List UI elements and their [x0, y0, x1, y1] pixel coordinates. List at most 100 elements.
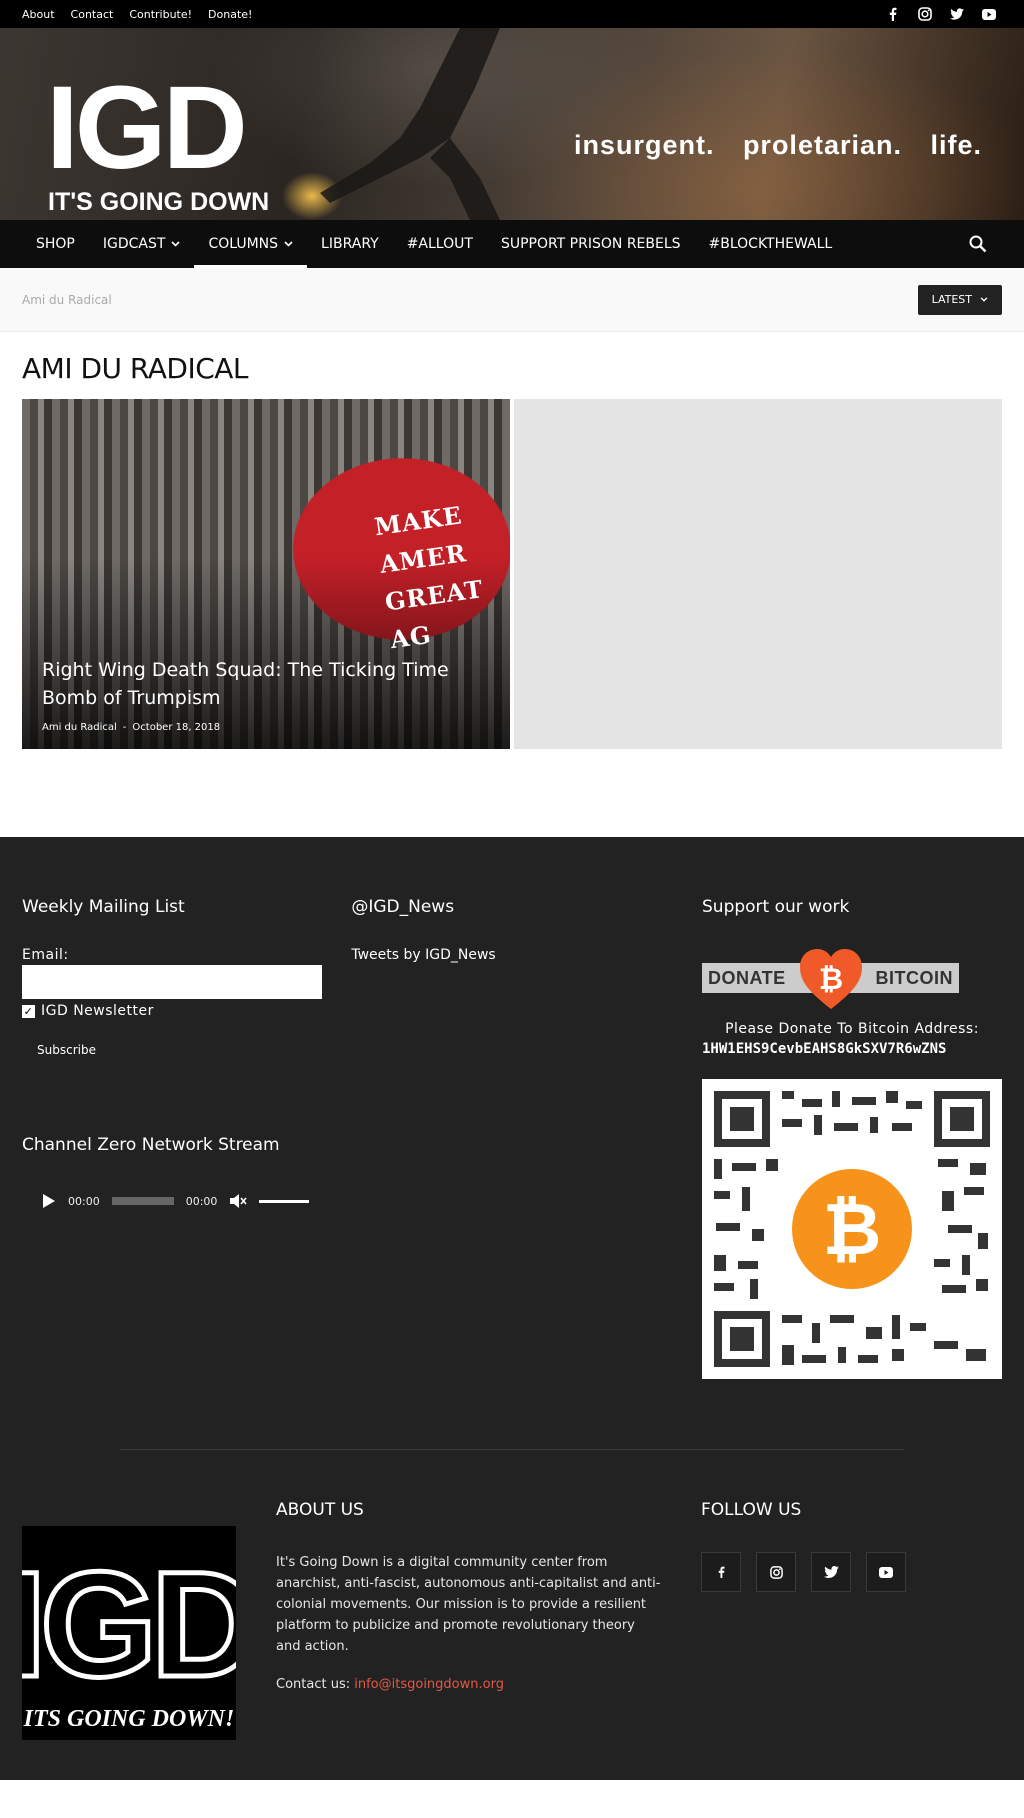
about-text: It's Going Down is a digital community c… — [276, 1555, 661, 1654]
newsletter-checkbox[interactable]: ✓ — [22, 1004, 35, 1018]
donate-left-text: DONATE — [708, 967, 786, 988]
support-title: Support our work — [702, 897, 850, 917]
bitcoin-heart-icon: ₿ — [800, 949, 862, 1009]
breadcrumb-bar: Ami du Radical LATEST — [0, 268, 1024, 332]
igd-logo-subtitle: IT'S GOING DOWN — [48, 188, 270, 216]
nav-item-blockthewall[interactable]: #BLOCKTHEWALL — [695, 220, 847, 268]
instagram-icon[interactable] — [918, 7, 932, 21]
contact-line: Contact us: info@itsgoingdown.org — [276, 1677, 661, 1692]
featured-grid: MAKE AMER GREAT AG Right Wing Death Squa… — [22, 399, 1002, 749]
about-title: ABOUT US — [276, 1500, 364, 1520]
sort-dropdown[interactable]: LATEST — [917, 284, 1002, 315]
email-field[interactable] — [22, 965, 322, 999]
donate-instructions: Please Donate To Bitcoin Address: — [725, 1021, 979, 1037]
footer-logo[interactable]: IGD ITS GOING DOWN! — [22, 1526, 236, 1740]
volume-icon[interactable] — [229, 1193, 248, 1209]
instagram-icon[interactable] — [756, 1552, 796, 1592]
time-total: 00:00 — [185, 1194, 218, 1208]
stream-title: Channel Zero Network Stream — [22, 1135, 280, 1155]
twitter-widget: @IGD_News Tweets by IGD_News — [351, 897, 702, 1379]
nav-item-label: IGDCAST — [102, 236, 166, 252]
support-widget: Support our work DONATE BITCOIN ₿ Please… — [702, 897, 1002, 1379]
svg-text:₿: ₿ — [823, 1187, 882, 1271]
follow-icons — [701, 1552, 906, 1592]
contact-email-link[interactable]: info@itsgoingdown.org — [354, 1677, 504, 1692]
nav-item-label: #ALLOUT — [406, 236, 473, 252]
article-date: October 18, 2018 — [132, 722, 221, 733]
top-link-donate[interactable]: Donate! — [208, 8, 252, 21]
header-tagline: insurgent. proletarian. life. — [573, 130, 982, 160]
top-bar: About Contact Contribute! Donate! — [0, 0, 1024, 28]
top-social-icons — [886, 7, 1002, 21]
play-icon[interactable] — [42, 1193, 56, 1209]
mailing-list-title: Weekly Mailing List — [22, 897, 185, 917]
footer-logo-sub: ITS GOING DOWN! — [23, 1706, 235, 1732]
youtube-icon[interactable] — [866, 1552, 906, 1592]
footer-bottom: IGD ITS GOING DOWN! ABOUT US It's Going … — [22, 1500, 1002, 1740]
top-link-about[interactable]: About — [22, 8, 55, 21]
bitcoin-address[interactable]: 1HW1EHS9CevbEAHS8GkSXV7R6wZNS — [702, 1041, 1002, 1057]
breadcrumb[interactable]: Ami du Radical — [22, 293, 112, 307]
nav-item-label: COLUMNS — [208, 236, 279, 252]
time-current: 00:00 — [68, 1194, 100, 1208]
footer-logo-image: IGD ITS GOING DOWN! — [22, 1538, 236, 1733]
empty-article-placeholder — [514, 399, 1002, 749]
article-meta: Ami du Radical - October 18, 2018 — [42, 722, 450, 733]
nav-item-igdcast[interactable]: IGDCAST — [89, 220, 195, 268]
nav-item-columns[interactable]: COLUMNS — [194, 220, 307, 268]
mailing-list-widget: Weekly Mailing List Email: ✓ IGD Newslet… — [22, 897, 351, 1379]
nav-item-label: LIBRARY — [321, 236, 379, 252]
sort-label: LATEST — [931, 293, 972, 306]
nav-item-support-prison-rebels[interactable]: SUPPORT PRISON REBELS — [487, 220, 695, 268]
featured-image: MAKE AMER GREAT AG — [372, 491, 510, 659]
bitcoin-qr-code: ₿ — [702, 1079, 1002, 1379]
tweets-link[interactable]: Tweets by IGD_News — [351, 947, 702, 963]
contact-label: Contact us: — [276, 1677, 351, 1692]
article-title[interactable]: Right Wing Death Squad: The Ticking Time… — [42, 656, 450, 712]
newsletter-checkbox-label: IGD Newsletter — [41, 1003, 154, 1019]
follow-title: FOLLOW US — [701, 1500, 802, 1520]
footer-logo-main: IGD — [22, 1540, 236, 1708]
follow-us-widget: FOLLOW US — [701, 1500, 906, 1740]
twitter-icon[interactable] — [811, 1552, 851, 1592]
email-label: Email: — [22, 947, 69, 963]
donate-right-text: BITCOIN — [875, 967, 953, 988]
article-caption: Right Wing Death Squad: The Ticking Time… — [42, 656, 450, 733]
qr-code-image: ₿ — [714, 1091, 990, 1367]
about-us-widget: ABOUT US It's Going Down is a digital co… — [276, 1500, 661, 1740]
article-author[interactable]: Ami du Radical — [42, 722, 117, 733]
subscribe-button[interactable]: Subscribe — [37, 1043, 351, 1057]
chevron-down-icon — [171, 241, 181, 247]
top-link-contribute[interactable]: Contribute! — [129, 8, 192, 21]
chevron-down-icon — [980, 297, 988, 302]
nav-item-label: SHOP — [36, 236, 75, 252]
youtube-icon[interactable] — [982, 7, 996, 21]
footer: Weekly Mailing List Email: ✓ IGD Newslet… — [0, 837, 1024, 1780]
progress-track[interactable] — [111, 1197, 174, 1205]
volume-slider[interactable] — [259, 1199, 310, 1203]
main-nav: SHOP IGDCAST COLUMNS LIBRARY #ALLOUT SUP… — [0, 220, 1024, 268]
twitter-icon[interactable] — [950, 7, 964, 21]
search-icon[interactable] — [968, 234, 988, 254]
svg-text:₿: ₿ — [819, 962, 843, 997]
page-title: AMI DU RADICAL — [22, 352, 249, 385]
meta-separator: - — [122, 722, 127, 733]
protester-silhouette — [320, 28, 500, 220]
igd-logo[interactable]: IGD — [46, 69, 248, 187]
nav-item-label: SUPPORT PRISON REBELS — [500, 236, 681, 252]
footer-divider — [120, 1449, 904, 1450]
donate-bitcoin-banner[interactable]: DONATE BITCOIN ₿ — [702, 947, 959, 1011]
twitter-title: @IGD_News — [351, 897, 455, 917]
featured-article-card[interactable]: MAKE AMER GREAT AG Right Wing Death Squa… — [22, 399, 510, 749]
nav-item-library[interactable]: LIBRARY — [307, 220, 393, 268]
facebook-icon[interactable] — [886, 7, 900, 21]
footer-widgets: Weekly Mailing List Email: ✓ IGD Newslet… — [22, 897, 1002, 1379]
header-banner: IGD IT'S GOING DOWN insurgent. proletari… — [0, 28, 1024, 220]
top-link-contact[interactable]: Contact — [71, 8, 114, 21]
nav-item-shop[interactable]: SHOP — [22, 220, 89, 268]
nav-item-allout[interactable]: #ALLOUT — [393, 220, 487, 268]
top-links: About Contact Contribute! Donate! — [22, 8, 252, 21]
newsletter-checkbox-row: ✓ IGD Newsletter — [22, 1003, 351, 1019]
facebook-icon[interactable] — [701, 1552, 741, 1592]
audio-player: 00:00 00:00 — [22, 1193, 351, 1209]
